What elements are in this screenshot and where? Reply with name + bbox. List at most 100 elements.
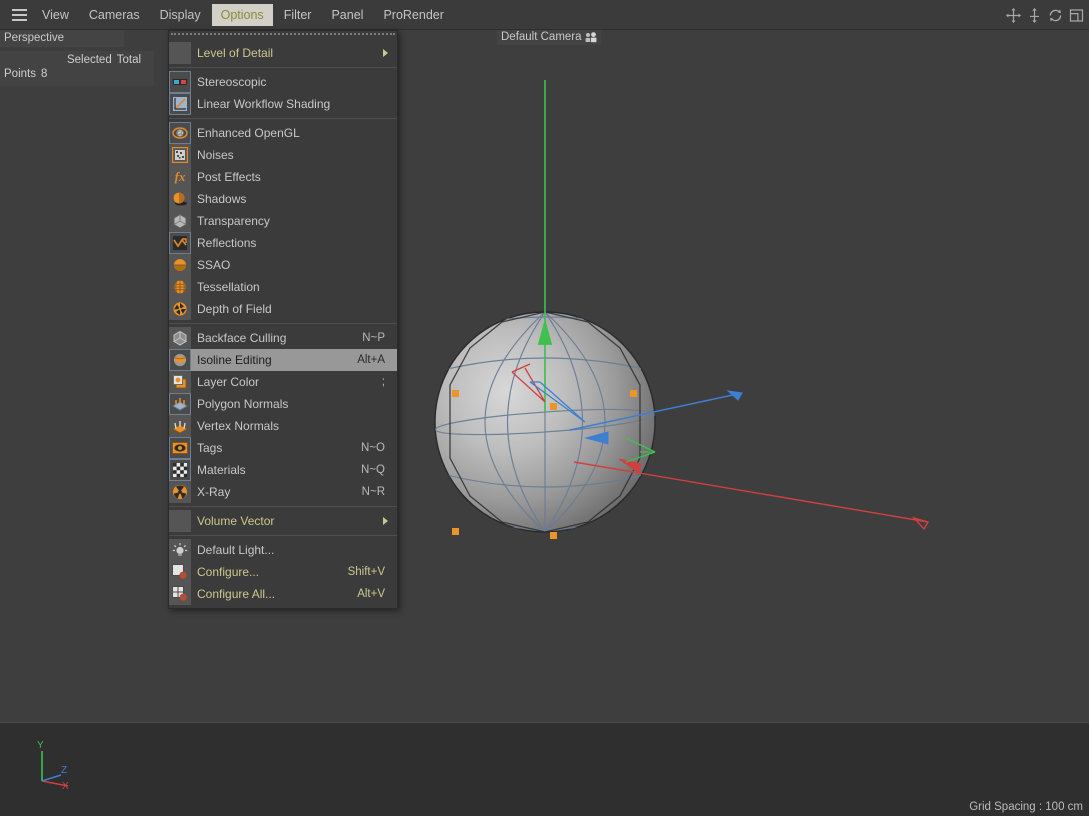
aperture-icon — [169, 298, 191, 320]
menu-item-vertex-normals[interactable]: Vertex Normals — [169, 415, 397, 437]
menu-item-tessellation[interactable]: Tessellation — [169, 276, 397, 298]
menu-item-materials[interactable]: Materials N~Q — [169, 459, 397, 481]
perspective-label: Perspective — [0, 30, 124, 47]
eye-icon — [169, 437, 191, 459]
menu-separator — [169, 118, 397, 119]
camera-people-icon — [585, 31, 596, 42]
menu-item-shortcut: N~Q — [361, 464, 385, 476]
stats-total-header: Total — [116, 54, 142, 66]
menu-item-label: Vertex Normals — [197, 419, 280, 433]
viewport-info-panel: Perspective Selected Total Points 8 — [0, 30, 155, 86]
menu-item-x-ray[interactable]: X-Ray N~R — [169, 481, 397, 503]
menu-item-label: Post Effects — [197, 170, 261, 184]
svg-text:GL: GL — [177, 131, 184, 137]
options-menu-items: Level of Detail Stereoscopic Linear Workfl… — [169, 42, 397, 605]
menu-view[interactable]: View — [33, 4, 78, 26]
rotate-icon[interactable] — [1047, 7, 1064, 24]
menu-item-enhanced-opengl[interactable]: GL Enhanced OpenGL — [169, 122, 397, 144]
menu-item-stereoscopic[interactable]: Stereoscopic — [169, 71, 397, 93]
isoline-icon — [169, 349, 191, 371]
menu-cameras[interactable]: Cameras — [80, 4, 149, 26]
camera-name: Default Camera — [501, 31, 582, 43]
stats-blank-header — [4, 53, 41, 67]
menu-item-ssao[interactable]: SSAO — [169, 254, 397, 276]
menu-item-default-light[interactable]: Default Light... — [169, 539, 397, 561]
menu-item-label: Level of Detail — [197, 46, 274, 60]
menu-item-shortcut: N~R — [361, 486, 385, 498]
menu-item-label: Isoline Editing — [197, 353, 272, 367]
menu-item-shortcut: N~P — [362, 332, 385, 344]
wire-cube-icon — [169, 327, 191, 349]
menu-item-volume-vector[interactable]: Volume Vector — [169, 510, 397, 532]
menu-item-noises[interactable]: Noises — [169, 144, 397, 166]
menu-item-post-effects[interactable]: fx Post Effects — [169, 166, 397, 188]
menu-separator — [169, 506, 397, 507]
checker-icon — [169, 459, 191, 481]
menu-item-label: Backface Culling — [197, 331, 287, 345]
menu-item-label: Linear Workflow Shading — [197, 97, 331, 111]
menu-item-linear-workflow-shading[interactable]: Linear Workflow Shading — [169, 93, 397, 115]
selection-stats-box: Selected Total Points 8 — [0, 51, 155, 86]
menu-item-level-of-detail[interactable]: Level of Detail — [169, 42, 397, 64]
menu-display[interactable]: Display — [151, 4, 210, 26]
menu-item-label: Enhanced OpenGL — [197, 126, 300, 140]
menu-item-label: SSAO — [197, 258, 231, 272]
menu-bar: View Cameras Display Options Filter Panel ProR… — [0, 0, 1089, 30]
menu-prorender[interactable]: ProRender — [374, 4, 452, 26]
menu-item-reflections[interactable]: Reflections — [169, 232, 397, 254]
menu-item-shortcut: N~O — [361, 442, 385, 454]
pan-icon[interactable] — [1005, 7, 1022, 24]
menu-item-layer-color[interactable]: Layer Color; — [169, 371, 397, 393]
menu-item-polygon-normals[interactable]: Polygon Normals — [169, 393, 397, 415]
menu-item-shortcut: Alt+V — [357, 588, 385, 600]
hamburger-icon[interactable] — [6, 0, 32, 30]
menu-tearoff-handle[interactable] — [171, 33, 395, 40]
menu-item-configure-all[interactable]: Configure All... Alt+V — [169, 583, 397, 605]
menu-item-label: Reflections — [197, 236, 257, 250]
menu-item-label: Default Light... — [197, 543, 275, 557]
maximize-icon[interactable] — [1068, 7, 1085, 24]
reflections-icon — [169, 232, 191, 254]
menu-panel[interactable]: Panel — [322, 4, 372, 26]
fx-icon: fx — [169, 166, 191, 188]
stereo-glasses-icon — [169, 71, 191, 93]
opengl-icon: GL — [169, 122, 191, 144]
menu-item-label: Tessellation — [197, 280, 260, 294]
menu-item-label: Layer Color — [197, 375, 260, 389]
camera-label-overlay: Default Camera — [497, 30, 601, 45]
menu-separator — [169, 67, 397, 68]
menu-item-configure[interactable]: Configure... Shift+V — [169, 561, 397, 583]
viewport-control-icons — [1005, 0, 1085, 30]
menu-item-label: Tags — [197, 441, 223, 455]
menu-separator — [169, 323, 397, 324]
menu-bar-items: View Cameras Display Options Filter Panel ProR… — [32, 3, 454, 26]
menu-item-backface-culling[interactable]: Backface Culling N~P — [169, 327, 397, 349]
menu-separator — [169, 535, 397, 536]
menu-item-label: X-Ray — [197, 485, 231, 499]
menu-item-shadows[interactable]: Shadows — [169, 188, 397, 210]
submenu-arrow-icon — [383, 49, 388, 57]
menu-item-shortcut: Alt+A — [357, 354, 385, 366]
menu-item-depth-of-field[interactable]: Depth of Field — [169, 298, 397, 320]
menu-item-isoline-editing[interactable]: Isoline Editing Alt+A — [169, 349, 397, 371]
stats-points-value: 8 — [40, 68, 48, 80]
menu-options[interactable]: Options — [211, 3, 273, 26]
svg-text:Y: Y — [37, 740, 44, 751]
menu-item-label: Volume Vector — [197, 514, 275, 528]
svg-text:Z: Z — [61, 765, 67, 776]
menu-item-tags[interactable]: Tags N~O — [169, 437, 397, 459]
cinema4d-viewport-window: View Cameras Display Options Filter Panel ProR… — [0, 0, 1089, 816]
dolly-icon[interactable] — [1026, 7, 1043, 24]
menu-item-transparency[interactable]: Transparency — [169, 210, 397, 232]
scene-geometry — [434, 80, 930, 539]
stats-points-total — [117, 67, 146, 81]
menu-item-label: Transparency — [197, 214, 270, 228]
layer-color-icon — [169, 371, 191, 393]
menu-filter[interactable]: Filter — [275, 4, 321, 26]
shadows-icon — [169, 188, 191, 210]
volume-vector-icon — [169, 510, 191, 532]
viewport-3d[interactable]: Perspective Selected Total Points 8 Defa… — [0, 30, 1089, 816]
menu-item-label: Noises — [197, 148, 234, 162]
menu-item-label: Stereoscopic — [197, 75, 267, 89]
grid-spacing-label: Grid Spacing : 100 cm — [969, 801, 1083, 813]
